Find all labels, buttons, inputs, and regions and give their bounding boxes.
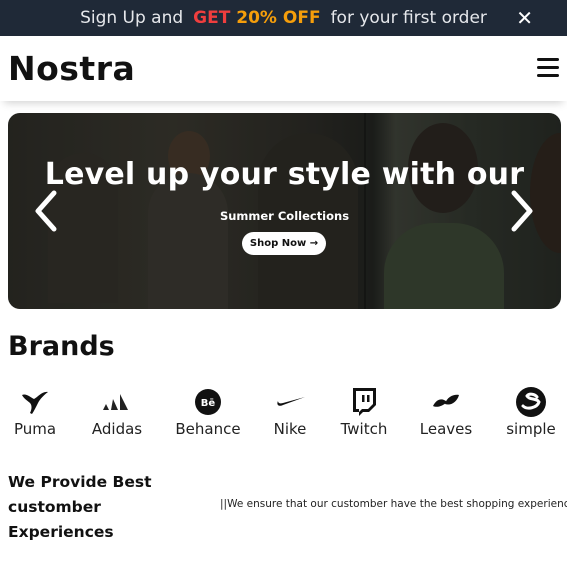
experience-heading-line: Experiences <box>8 523 114 541</box>
brand-label: Nike <box>273 420 307 438</box>
brand-label: Twitch <box>340 420 388 438</box>
logo[interactable]: Nostra <box>8 49 135 88</box>
hero-subtitle: Summer Collections <box>219 209 350 223</box>
promo-discount: 20% OFF <box>236 8 321 28</box>
promo-post-text: for your first order <box>330 8 487 28</box>
shop-now-button[interactable]: Shop Now → <box>242 232 326 255</box>
brand-label: Behance <box>175 420 241 438</box>
brand-label: Leaves <box>419 420 473 438</box>
leaves-icon <box>418 386 474 418</box>
brand-label: simple <box>506 420 556 438</box>
experience-description: ||We ensure that our customber have the … <box>220 498 567 510</box>
brand-twitch[interactable]: Twitch <box>336 386 392 440</box>
brand-adidas[interactable]: Adidas <box>86 386 148 440</box>
experience-heading-line: We Provide Best <box>8 473 152 491</box>
brand-label: Puma <box>13 420 57 438</box>
brand-nike[interactable]: Nike <box>268 386 312 440</box>
experience-heading-line: customber <box>8 498 101 516</box>
promo-bar: Sign Up and GET 20% OFF for your first o… <box>0 0 567 36</box>
chevron-left-icon[interactable] <box>32 189 60 233</box>
svg-text:Bē: Bē <box>201 398 216 409</box>
brand-leaves[interactable]: Leaves <box>418 386 474 440</box>
site-header: Nostra <box>0 36 567 101</box>
close-icon[interactable]: ✕ <box>516 6 533 30</box>
brand-simple[interactable]: simple <box>502 386 560 440</box>
promo-get-text: GET <box>193 8 237 28</box>
nike-icon <box>268 386 312 418</box>
adidas-icon <box>86 386 148 418</box>
hero-banner: Level up your style with our Summer Coll… <box>8 113 561 309</box>
brand-behance[interactable]: Bē Behance <box>172 386 244 440</box>
brands-heading: Brands <box>8 331 115 362</box>
promo-highlight: GET 20% OFF <box>193 8 320 28</box>
experience-heading: We Provide Best customber Experiences <box>8 470 168 545</box>
promo-text: Sign Up and <box>80 8 184 28</box>
brand-label: Adidas <box>91 420 143 438</box>
simple-icon <box>502 386 560 418</box>
chevron-right-icon[interactable] <box>508 189 536 233</box>
puma-icon <box>8 386 62 418</box>
behance-icon: Bē <box>172 386 244 418</box>
brand-puma[interactable]: Puma <box>8 386 62 440</box>
hamburger-menu-icon[interactable] <box>537 58 559 78</box>
twitch-icon <box>336 386 392 418</box>
hero-title: Level up your style with our <box>44 157 525 192</box>
